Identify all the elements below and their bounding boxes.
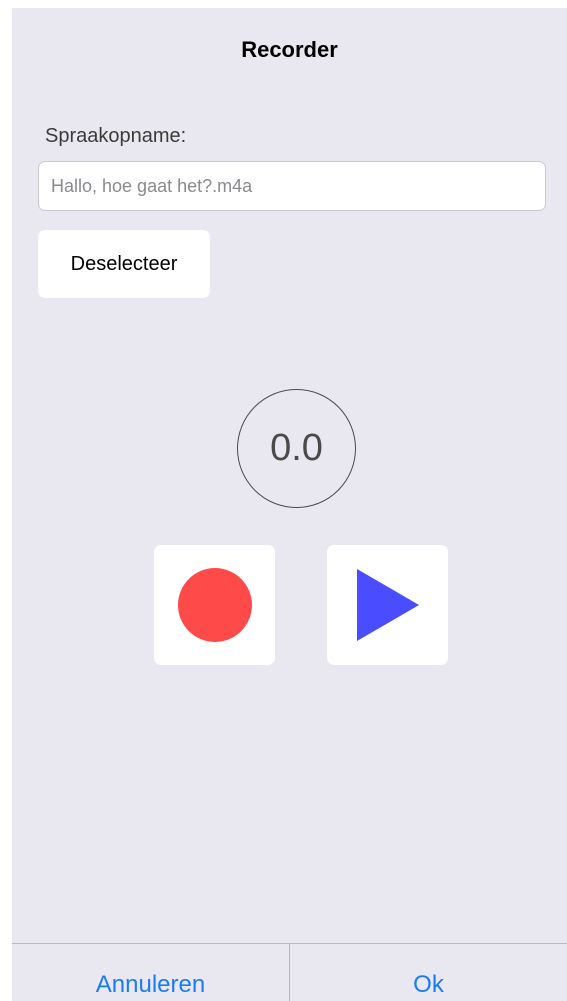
record-icon <box>177 568 252 642</box>
screen-title: Recorder <box>241 37 338 62</box>
play-button[interactable] <box>327 545 448 665</box>
deselect-button[interactable]: Deselecteer <box>38 230 210 298</box>
record-button[interactable] <box>154 545 275 665</box>
bottom-action-bar: Annuleren Ok <box>12 943 567 1001</box>
play-icon <box>356 569 419 641</box>
elapsed-time-display: 0.0 <box>237 389 356 508</box>
ok-button[interactable]: Ok <box>290 944 567 1001</box>
recorder-screen: Recorder Spraakopname: Deselecteer 0.0 A… <box>12 8 567 1001</box>
recording-name-input[interactable] <box>38 161 546 211</box>
recording-field-label: Spraakopname: <box>45 125 187 147</box>
cancel-button[interactable]: Annuleren <box>12 944 289 1001</box>
